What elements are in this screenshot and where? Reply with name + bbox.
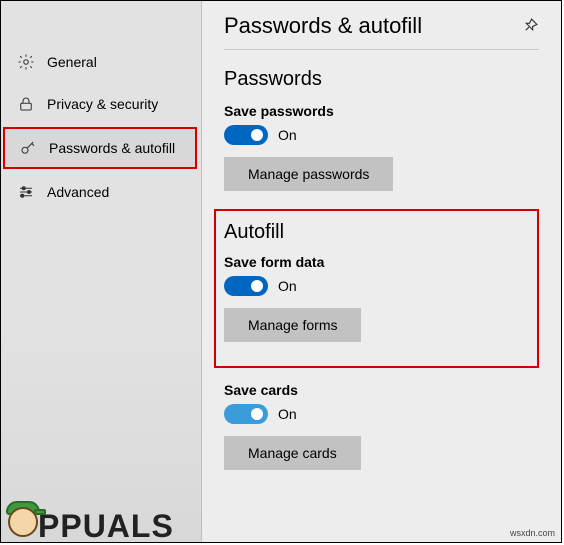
manage-passwords-button[interactable]: Manage passwords: [224, 157, 393, 191]
passwords-section: Passwords Save passwords On Manage passw…: [224, 68, 539, 191]
autofill-highlight: Autofill Save form data On Manage forms: [214, 209, 539, 368]
save-form-data-toggle[interactable]: [224, 276, 268, 296]
section-heading: Autofill: [224, 221, 523, 244]
toggle-state: On: [278, 406, 297, 422]
toggle-state: On: [278, 278, 297, 294]
save-form-data-label: Save form data: [224, 254, 523, 270]
sliders-icon: [17, 183, 35, 201]
toggle-state: On: [278, 127, 297, 143]
sidebar-item-label: Privacy & security: [47, 96, 158, 112]
save-passwords-toggle[interactable]: [224, 125, 268, 145]
sidebar-item-privacy[interactable]: Privacy & security: [1, 83, 201, 125]
gear-icon: [17, 53, 35, 71]
section-heading: Passwords: [224, 68, 539, 91]
settings-sidebar: General Privacy & security Passwords & a…: [1, 1, 201, 542]
brand-logo: PPUALS: [0, 499, 174, 545]
save-cards-toggle[interactable]: [224, 404, 268, 424]
save-cards-label: Save cards: [224, 382, 539, 398]
autofill-section: Autofill Save form data On Manage forms …: [224, 209, 539, 470]
sidebar-item-general[interactable]: General: [1, 41, 201, 83]
sidebar-item-advanced[interactable]: Advanced: [1, 171, 201, 213]
sidebar-item-passwords-autofill[interactable]: Passwords & autofill: [3, 127, 197, 169]
mascot-icon: [0, 499, 44, 543]
watermark-text: wsxdn.com: [510, 528, 555, 538]
page-title: Passwords & autofill: [224, 13, 422, 39]
pin-icon[interactable]: [521, 17, 539, 35]
lock-icon: [17, 95, 35, 113]
save-passwords-label: Save passwords: [224, 103, 539, 119]
sidebar-item-label: General: [47, 54, 97, 70]
manage-cards-button[interactable]: Manage cards: [224, 436, 361, 470]
sidebar-item-label: Passwords & autofill: [49, 140, 175, 156]
settings-content: Passwords & autofill Passwords Save pass…: [202, 1, 561, 542]
manage-forms-button[interactable]: Manage forms: [224, 308, 361, 342]
brand-text: PPUALS: [38, 508, 174, 545]
sidebar-item-label: Advanced: [47, 184, 109, 200]
key-icon: [19, 139, 37, 157]
